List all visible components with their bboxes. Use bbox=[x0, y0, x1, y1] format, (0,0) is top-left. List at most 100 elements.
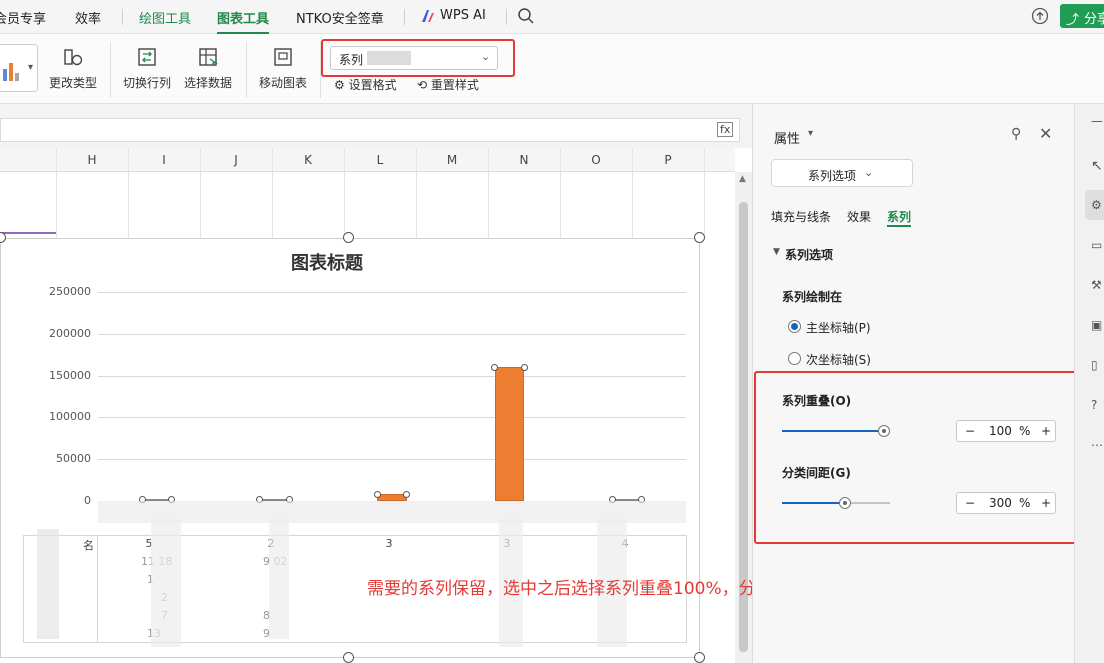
grid-line bbox=[416, 148, 417, 238]
resize-handle[interactable] bbox=[694, 232, 705, 243]
column-header[interactable]: I bbox=[128, 153, 200, 167]
panel-title[interactable]: 属性 bbox=[774, 128, 800, 147]
minimize-icon[interactable]: — bbox=[1091, 114, 1103, 128]
column-header[interactable]: H bbox=[56, 153, 128, 167]
tab-effects[interactable]: 效果 bbox=[847, 208, 871, 225]
active-tab-indicator bbox=[887, 225, 911, 227]
select-data-icon bbox=[197, 46, 219, 68]
column-header[interactable]: N bbox=[488, 153, 560, 167]
blurred-area bbox=[269, 519, 289, 639]
annotation-highlight-box bbox=[321, 39, 515, 77]
section-series-options[interactable]: 系列选项 bbox=[785, 246, 833, 263]
annotation-highlight-box bbox=[754, 371, 1080, 544]
reset-style-button[interactable]: ⟲ 重置样式 bbox=[417, 76, 479, 93]
close-icon[interactable]: ✕ bbox=[1039, 124, 1052, 143]
search-icon[interactable] bbox=[517, 7, 535, 25]
set-format-button[interactable]: ⚙ 设置格式 bbox=[334, 76, 397, 93]
tab-series[interactable]: 系列 bbox=[887, 208, 911, 225]
sliders-icon[interactable]: ⚙ bbox=[1091, 198, 1102, 212]
move-chart-button[interactable]: 移动图表 bbox=[257, 46, 309, 91]
share-button[interactable]: ⤴ 分享 bbox=[1060, 4, 1104, 28]
grid-line bbox=[56, 148, 57, 238]
formula-bar[interactable]: fx bbox=[0, 118, 740, 142]
switch-row-col-button[interactable]: 切换行列 bbox=[121, 46, 173, 91]
grid-line bbox=[128, 148, 129, 238]
select-data-label: 选择数据 bbox=[183, 76, 232, 90]
tab-member[interactable]: 会员专享 bbox=[0, 8, 46, 27]
blurred-area bbox=[37, 529, 59, 639]
hammer-icon[interactable]: ⚒ bbox=[1091, 278, 1102, 292]
blurred-area bbox=[151, 519, 181, 647]
ribbon-tab-bar: 会员专享 效率 绘图工具 图表工具 NTKO安全签章 WPS AI ⤴ 分享 bbox=[0, 0, 1104, 34]
secondary-axis-radio[interactable] bbox=[788, 352, 801, 365]
bar-selection-handle[interactable] bbox=[373, 490, 381, 498]
cursor-icon[interactable]: ↖ bbox=[1091, 158, 1103, 174]
bar-selection-handle[interactable] bbox=[403, 490, 411, 498]
ribbon-separator bbox=[110, 42, 111, 98]
frame-icon[interactable]: ▭ bbox=[1091, 238, 1102, 252]
select-data-button[interactable]: 选择数据 bbox=[181, 46, 235, 91]
move-chart-label: 移动图表 bbox=[258, 76, 307, 90]
tab-efficiency[interactable]: 效率 bbox=[75, 8, 101, 27]
grid-line bbox=[704, 148, 705, 238]
column-header[interactable]: J bbox=[200, 153, 272, 167]
chart-bar[interactable] bbox=[494, 367, 525, 501]
column-header[interactable]: K bbox=[272, 153, 344, 167]
grid-line bbox=[200, 148, 201, 238]
plot-on-label: 系列绘制在 bbox=[782, 290, 843, 304]
share-label: 分享 bbox=[1084, 12, 1104, 27]
y-tick-label: 100000 bbox=[49, 410, 91, 423]
column-header[interactable]: L bbox=[344, 153, 416, 167]
pin-icon[interactable]: ⚲ bbox=[1011, 126, 1021, 142]
series-options-button[interactable]: 系列选项 ⌄ bbox=[771, 159, 913, 187]
tab-separator bbox=[506, 9, 507, 25]
secondary-axis-label[interactable]: 次坐标轴(S) bbox=[806, 351, 871, 368]
switch-icon bbox=[136, 46, 158, 68]
grid-line bbox=[560, 148, 561, 238]
change-type-button[interactable]: 更改类型 bbox=[47, 46, 99, 91]
chevron-down-icon[interactable]: ▾ bbox=[28, 62, 33, 73]
table-cell: 3 bbox=[385, 537, 393, 550]
grid-line bbox=[272, 148, 273, 238]
chevron-down-icon[interactable]: ▾ bbox=[808, 128, 813, 139]
primary-axis-label[interactable]: 主坐标轴(P) bbox=[806, 319, 871, 336]
grid-line bbox=[344, 148, 345, 238]
more-icon[interactable]: ⋯ bbox=[1091, 438, 1103, 452]
tab-wps-ai[interactable]: WPS AI bbox=[440, 8, 486, 23]
help-icon[interactable]: ? bbox=[1091, 398, 1097, 412]
y-tick-label: 50000 bbox=[56, 452, 91, 465]
column-header[interactable]: O bbox=[560, 153, 632, 167]
tab-drawing-tools[interactable]: 绘图工具 bbox=[139, 8, 191, 27]
primary-axis-radio[interactable] bbox=[788, 320, 801, 333]
plot-area[interactable] bbox=[98, 292, 686, 503]
resize-handle[interactable] bbox=[343, 652, 354, 663]
wps-ai-icon bbox=[420, 9, 436, 23]
resize-handle[interactable] bbox=[694, 652, 705, 663]
cloud-upload-icon[interactable] bbox=[1031, 7, 1049, 25]
tab-chart-tools[interactable]: 图表工具 bbox=[217, 8, 270, 34]
scroll-up-icon[interactable]: ▲ bbox=[739, 174, 746, 184]
tab-ntko[interactable]: NTKO安全签章 bbox=[296, 8, 384, 27]
tab-fill-line[interactable]: 填充与线条 bbox=[771, 208, 831, 225]
collapse-triangle-icon[interactable]: ▼ bbox=[773, 247, 780, 257]
column-header[interactable]: M bbox=[416, 153, 488, 167]
chart-title[interactable]: 图表标题 bbox=[291, 249, 363, 275]
column-header[interactable]: P bbox=[632, 153, 704, 167]
selected-shape-line bbox=[0, 232, 56, 234]
gallery-icon[interactable]: ▣ bbox=[1091, 318, 1102, 332]
properties-panel: 属性 ▾ ⚲ ✕ 系列选项 ⌄ 填充与线条 效果 系列 ▼ 系列选项 系列绘制在… bbox=[752, 104, 1080, 663]
tab-separator bbox=[404, 9, 405, 25]
grid-line bbox=[488, 148, 489, 238]
set-format-label: 设置格式 bbox=[348, 78, 397, 92]
chart-object[interactable]: 图表标题 250000 200000 150000 100000 50000 0… bbox=[0, 238, 858, 658]
book-icon[interactable]: ▯ bbox=[1091, 358, 1098, 372]
series-options-label: 系列选项 bbox=[808, 169, 857, 183]
fx-icon[interactable]: fx bbox=[717, 122, 734, 137]
share-icon: ⤴ bbox=[1066, 13, 1080, 28]
resize-handle[interactable] bbox=[343, 232, 354, 243]
chart-type-icon bbox=[62, 46, 84, 68]
ribbon-toolbar: ▾ 更改类型 切换行列 选择数据 移动图表 ⚙ 设置格式 ⟲ 重置样式 bbox=[0, 34, 1104, 104]
y-tick-label: 0 bbox=[84, 494, 91, 507]
y-tick-label: 250000 bbox=[49, 285, 91, 298]
bar-selection-handle[interactable] bbox=[520, 363, 528, 371]
